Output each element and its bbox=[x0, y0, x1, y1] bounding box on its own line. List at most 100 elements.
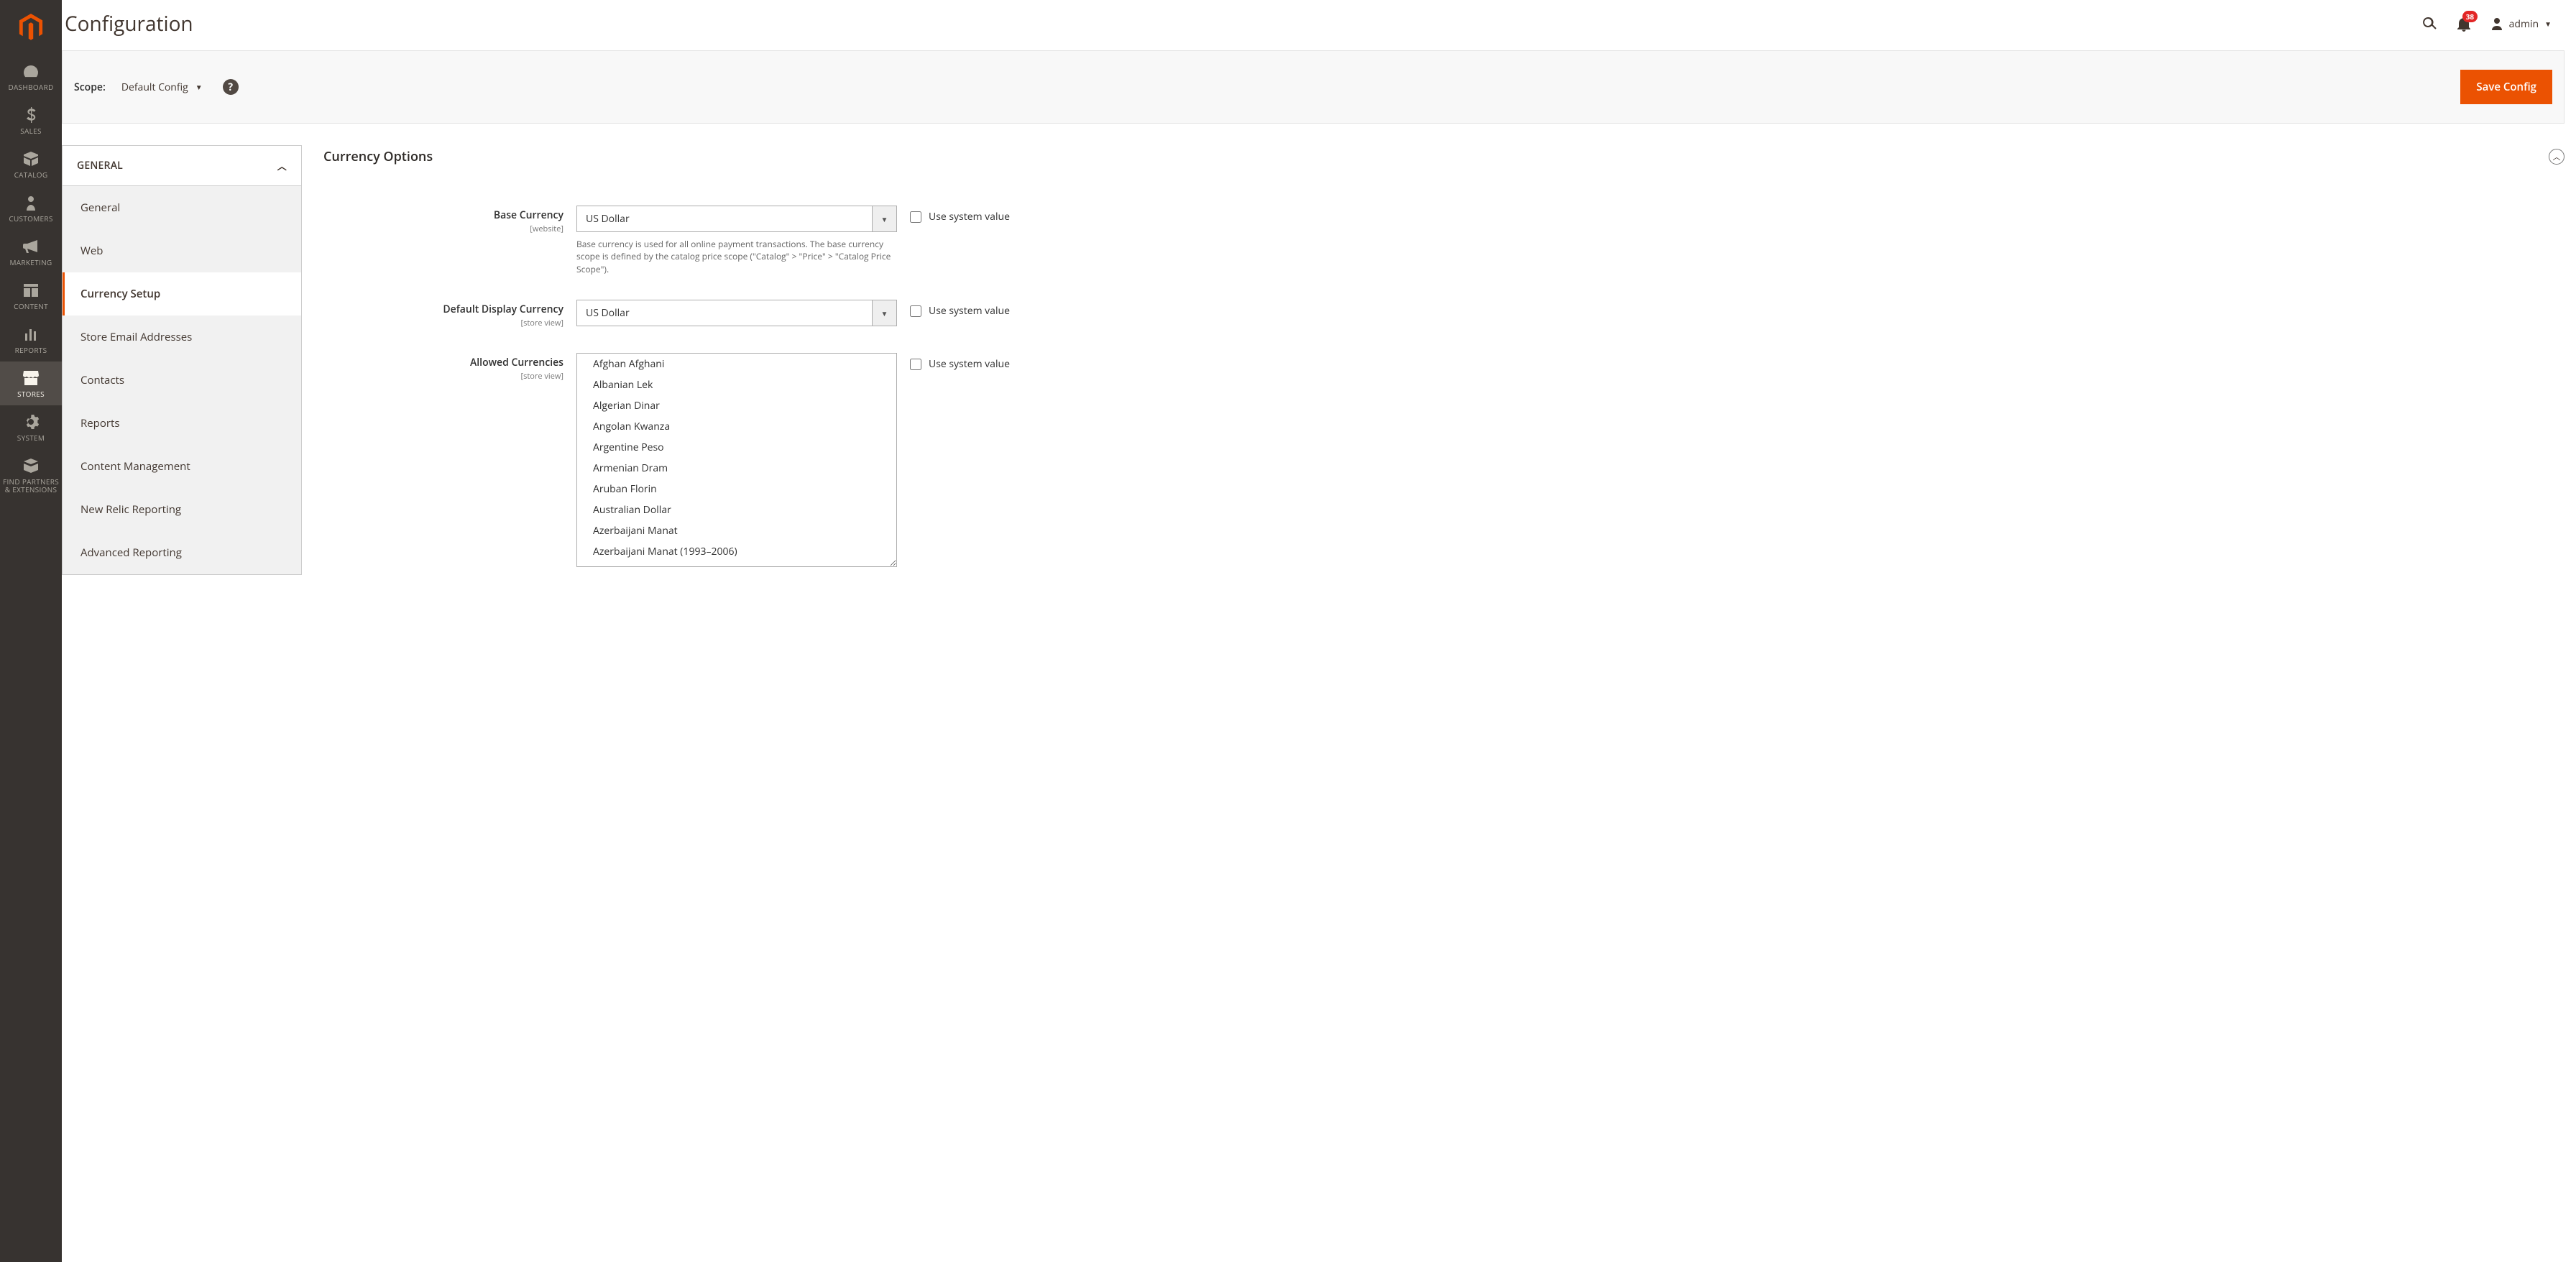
puzzle-icon bbox=[22, 458, 40, 474]
multiselect-option[interactable]: Azerbaijani Manat bbox=[577, 520, 896, 541]
header-actions: 38 admin bbox=[2421, 16, 2556, 32]
admin-menu: DASHBOARD SALES CATALOG CUSTOMERS MARKET… bbox=[0, 0, 62, 1262]
config-tab-web[interactable]: Web bbox=[63, 229, 301, 272]
collapse-section-icon[interactable]: ︿ bbox=[2549, 149, 2564, 165]
section-header[interactable]: Currency Options ︿ bbox=[323, 145, 2564, 171]
nav-dashboard[interactable]: DASHBOARD bbox=[0, 55, 62, 98]
use-system-value-default-display[interactable]: Use system value bbox=[910, 300, 1010, 318]
config-tab-new-relic[interactable]: New Relic Reporting bbox=[63, 488, 301, 531]
nav-partners[interactable]: FIND PARTNERS & EXTENSIONS bbox=[0, 449, 62, 501]
allowed-currencies-multiselect[interactable]: Afghan AfghaniAlbanian LekAlgerian Dinar… bbox=[576, 353, 897, 567]
content: GENERAL ︿ General Web Currency Setup Sto… bbox=[62, 124, 2576, 575]
field-default-display-currency: Default Display Currency [store view] US… bbox=[323, 300, 2564, 328]
caret-down-icon: ▼ bbox=[873, 300, 897, 326]
config-tab-head-general[interactable]: GENERAL ︿ bbox=[63, 146, 301, 186]
layout-icon bbox=[22, 282, 40, 298]
field-scope: [store view] bbox=[323, 318, 564, 328]
nav-customers[interactable]: CUSTOMERS bbox=[0, 186, 62, 230]
config-tabs: GENERAL ︿ General Web Currency Setup Sto… bbox=[62, 145, 302, 575]
nav-label: CONTENT bbox=[14, 303, 48, 310]
use-system-value-label: Use system value bbox=[929, 304, 1010, 318]
use-system-value-allowed[interactable]: Use system value bbox=[910, 353, 1010, 371]
scope-label: Scope: bbox=[74, 80, 106, 94]
multiselect-option[interactable]: Afghan Afghani bbox=[577, 354, 896, 374]
main: Configuration 38 admin Scope: Default Co… bbox=[62, 0, 2576, 1262]
use-system-value-checkbox[interactable] bbox=[910, 211, 921, 223]
notification-badge: 38 bbox=[2462, 11, 2478, 22]
nav-marketing[interactable]: MARKETING bbox=[0, 230, 62, 274]
use-system-value-label: Use system value bbox=[929, 357, 1010, 371]
use-system-value-label: Use system value bbox=[929, 210, 1010, 224]
chevron-up-icon: ︿ bbox=[277, 159, 287, 172]
field-allowed-currencies: Allowed Currencies [store view] Afghan A… bbox=[323, 353, 2564, 567]
base-currency-select[interactable]: US Dollar ▼ bbox=[576, 206, 897, 232]
gauge-icon bbox=[22, 63, 40, 79]
multiselect-option[interactable]: Algerian Dinar bbox=[577, 395, 896, 416]
use-system-value-checkbox[interactable] bbox=[910, 305, 921, 317]
caret-down-icon: ▼ bbox=[873, 206, 897, 232]
config-tab-reports[interactable]: Reports bbox=[63, 402, 301, 445]
multiselect-option[interactable]: Armenian Dram bbox=[577, 458, 896, 479]
multiselect-option[interactable]: Argentine Peso bbox=[577, 437, 896, 458]
field-label: Base Currency bbox=[323, 208, 564, 222]
nav-label: CUSTOMERS bbox=[9, 215, 52, 223]
scope-switcher[interactable]: Default Config bbox=[121, 80, 203, 94]
nav-label: SYSTEM bbox=[17, 434, 45, 442]
field-scope: [website] bbox=[323, 224, 564, 234]
field-base-currency: Base Currency [website] US Dollar ▼ Base… bbox=[323, 206, 2564, 275]
page-header: Configuration 38 admin bbox=[62, 0, 2576, 50]
config-tab-store-email[interactable]: Store Email Addresses bbox=[63, 316, 301, 359]
notifications-icon[interactable]: 38 bbox=[2456, 16, 2472, 32]
dollar-icon bbox=[22, 107, 40, 123]
field-note: Base currency is used for all online pay… bbox=[576, 238, 897, 275]
nav-content[interactable]: CONTENT bbox=[0, 274, 62, 318]
gear-icon bbox=[22, 414, 40, 430]
page-title: Configuration bbox=[63, 10, 193, 37]
search-icon[interactable] bbox=[2421, 16, 2437, 32]
use-system-value-base-currency[interactable]: Use system value bbox=[910, 206, 1010, 224]
select-value: US Dollar bbox=[576, 300, 873, 326]
config-tab-currency-setup[interactable]: Currency Setup bbox=[63, 272, 301, 316]
config-tab-head-label: GENERAL bbox=[77, 159, 123, 172]
multiselect-option[interactable]: Angolan Kwanza bbox=[577, 416, 896, 437]
save-config-button[interactable]: Save Config bbox=[2460, 70, 2552, 104]
box-icon bbox=[22, 151, 40, 167]
multiselect-option[interactable]: Aruban Florin bbox=[577, 479, 896, 499]
config-tab-advanced-reporting[interactable]: Advanced Reporting bbox=[63, 531, 301, 574]
config-tab-content-management[interactable]: Content Management bbox=[63, 445, 301, 488]
nav-label: SALES bbox=[20, 127, 42, 135]
nav-label: DASHBOARD bbox=[8, 83, 53, 91]
megaphone-icon bbox=[22, 239, 40, 254]
nav-label: MARKETING bbox=[10, 259, 52, 267]
nav-reports[interactable]: REPORTS bbox=[0, 318, 62, 361]
select-value: US Dollar bbox=[576, 206, 873, 232]
nav-stores[interactable]: STORES bbox=[0, 361, 62, 405]
config-tab-general[interactable]: General bbox=[63, 186, 301, 229]
caret-down-icon bbox=[196, 82, 203, 92]
multiselect-option[interactable]: Albanian Lek bbox=[577, 374, 896, 395]
nav-catalog[interactable]: CATALOG bbox=[0, 142, 62, 186]
nav-label: STORES bbox=[17, 390, 45, 398]
default-display-currency-select[interactable]: US Dollar ▼ bbox=[576, 300, 897, 326]
use-system-value-checkbox[interactable] bbox=[910, 359, 921, 370]
caret-down-icon bbox=[2544, 19, 2552, 29]
scope-bar: Scope: Default Config ? Save Config bbox=[62, 50, 2564, 124]
nav-label: CATALOG bbox=[14, 171, 48, 179]
field-label: Allowed Currencies bbox=[323, 356, 564, 369]
admin-user-menu[interactable]: admin bbox=[2490, 17, 2552, 31]
scope-help-icon[interactable]: ? bbox=[223, 79, 239, 95]
nav-sales[interactable]: SALES bbox=[0, 98, 62, 142]
section-title: Currency Options bbox=[323, 148, 433, 165]
nav-system[interactable]: SYSTEM bbox=[0, 405, 62, 449]
multiselect-option[interactable]: Azerbaijani Manat (1993–2006) bbox=[577, 541, 896, 562]
scope-value-text: Default Config bbox=[121, 80, 188, 94]
multiselect-option[interactable]: Australian Dollar bbox=[577, 499, 896, 520]
nav-label: REPORTS bbox=[15, 346, 47, 354]
person-icon bbox=[22, 195, 40, 211]
fields: Base Currency [website] US Dollar ▼ Base… bbox=[323, 206, 2564, 567]
field-label: Default Display Currency bbox=[323, 303, 564, 316]
bar-chart-icon bbox=[22, 326, 40, 342]
config-tab-contacts[interactable]: Contacts bbox=[63, 359, 301, 402]
config-panel: Currency Options ︿ Base Currency [websit… bbox=[323, 145, 2564, 575]
magento-logo[interactable] bbox=[0, 0, 62, 55]
